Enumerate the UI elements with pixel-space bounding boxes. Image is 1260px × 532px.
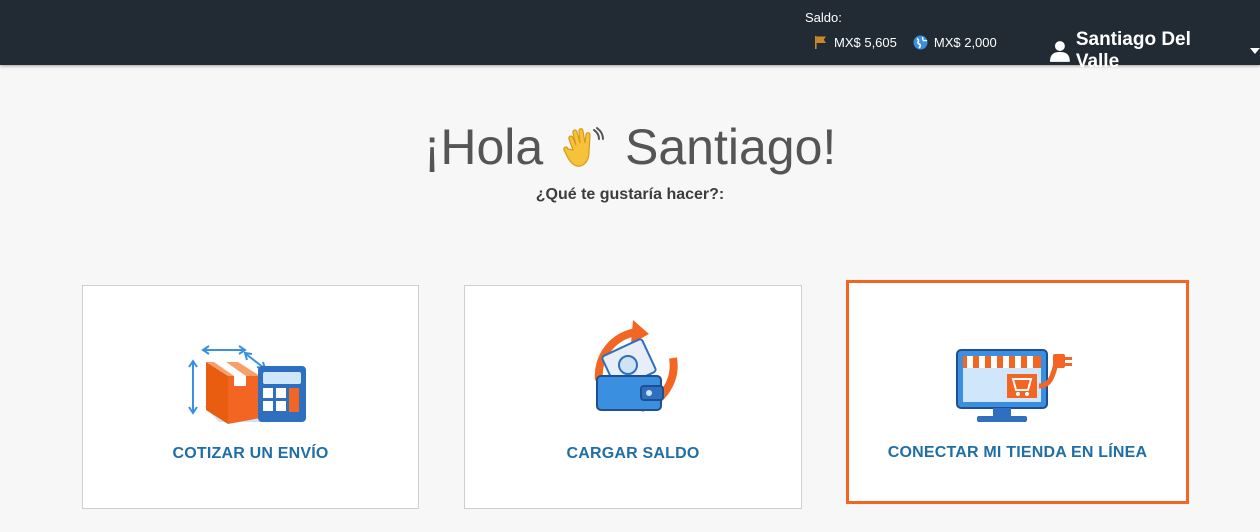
card-label: CARGAR SALDO — [566, 445, 700, 462]
subtitle: ¿Qué te gustaría hacer?: — [535, 186, 725, 203]
user-icon — [1050, 41, 1070, 62]
greeting-text-start: ¡Hola — [423, 119, 544, 175]
user-menu-dropdown[interactable]: Santiago Del Valle — [1050, 29, 1260, 73]
connect-online-store-card[interactable]: CONECTAR MI TIENDA EN LÍNEA — [846, 280, 1189, 504]
top-navbar: Saldo: MX$ 5,605 MX$ 2,000 Santiago Del … — [0, 0, 1260, 72]
waving-hand-icon — [563, 127, 605, 167]
box-calculator-icon — [188, 345, 306, 424]
globe-icon — [913, 35, 928, 50]
online-store-icon — [956, 349, 1072, 422]
balance-label: Saldo: — [805, 10, 842, 25]
card-label: CONECTAR MI TIENDA EN LÍNEA — [887, 444, 1148, 461]
wallet-refresh-icon — [594, 320, 678, 412]
load-balance-card[interactable]: CARGAR SALDO — [464, 285, 802, 509]
card-label: COTIZAR UN ENVÍO — [172, 445, 329, 462]
caret-down-icon — [1250, 48, 1260, 54]
greeting-text-name: Santiago! — [625, 119, 837, 175]
flag-icon — [815, 36, 826, 49]
international-balance-value: MX$ 2,000 — [933, 35, 997, 50]
user-name: Santiago Del Valle — [1075, 29, 1191, 72]
quote-shipment-card[interactable]: COTIZAR UN ENVÍO — [82, 285, 419, 509]
balance-row: MX$ 5,605 MX$ 2,000 — [813, 35, 1007, 50]
greeting-heading: ¡Hola Santiago! — [0, 118, 1260, 176]
local-balance-value: MX$ 5,605 — [834, 35, 897, 50]
